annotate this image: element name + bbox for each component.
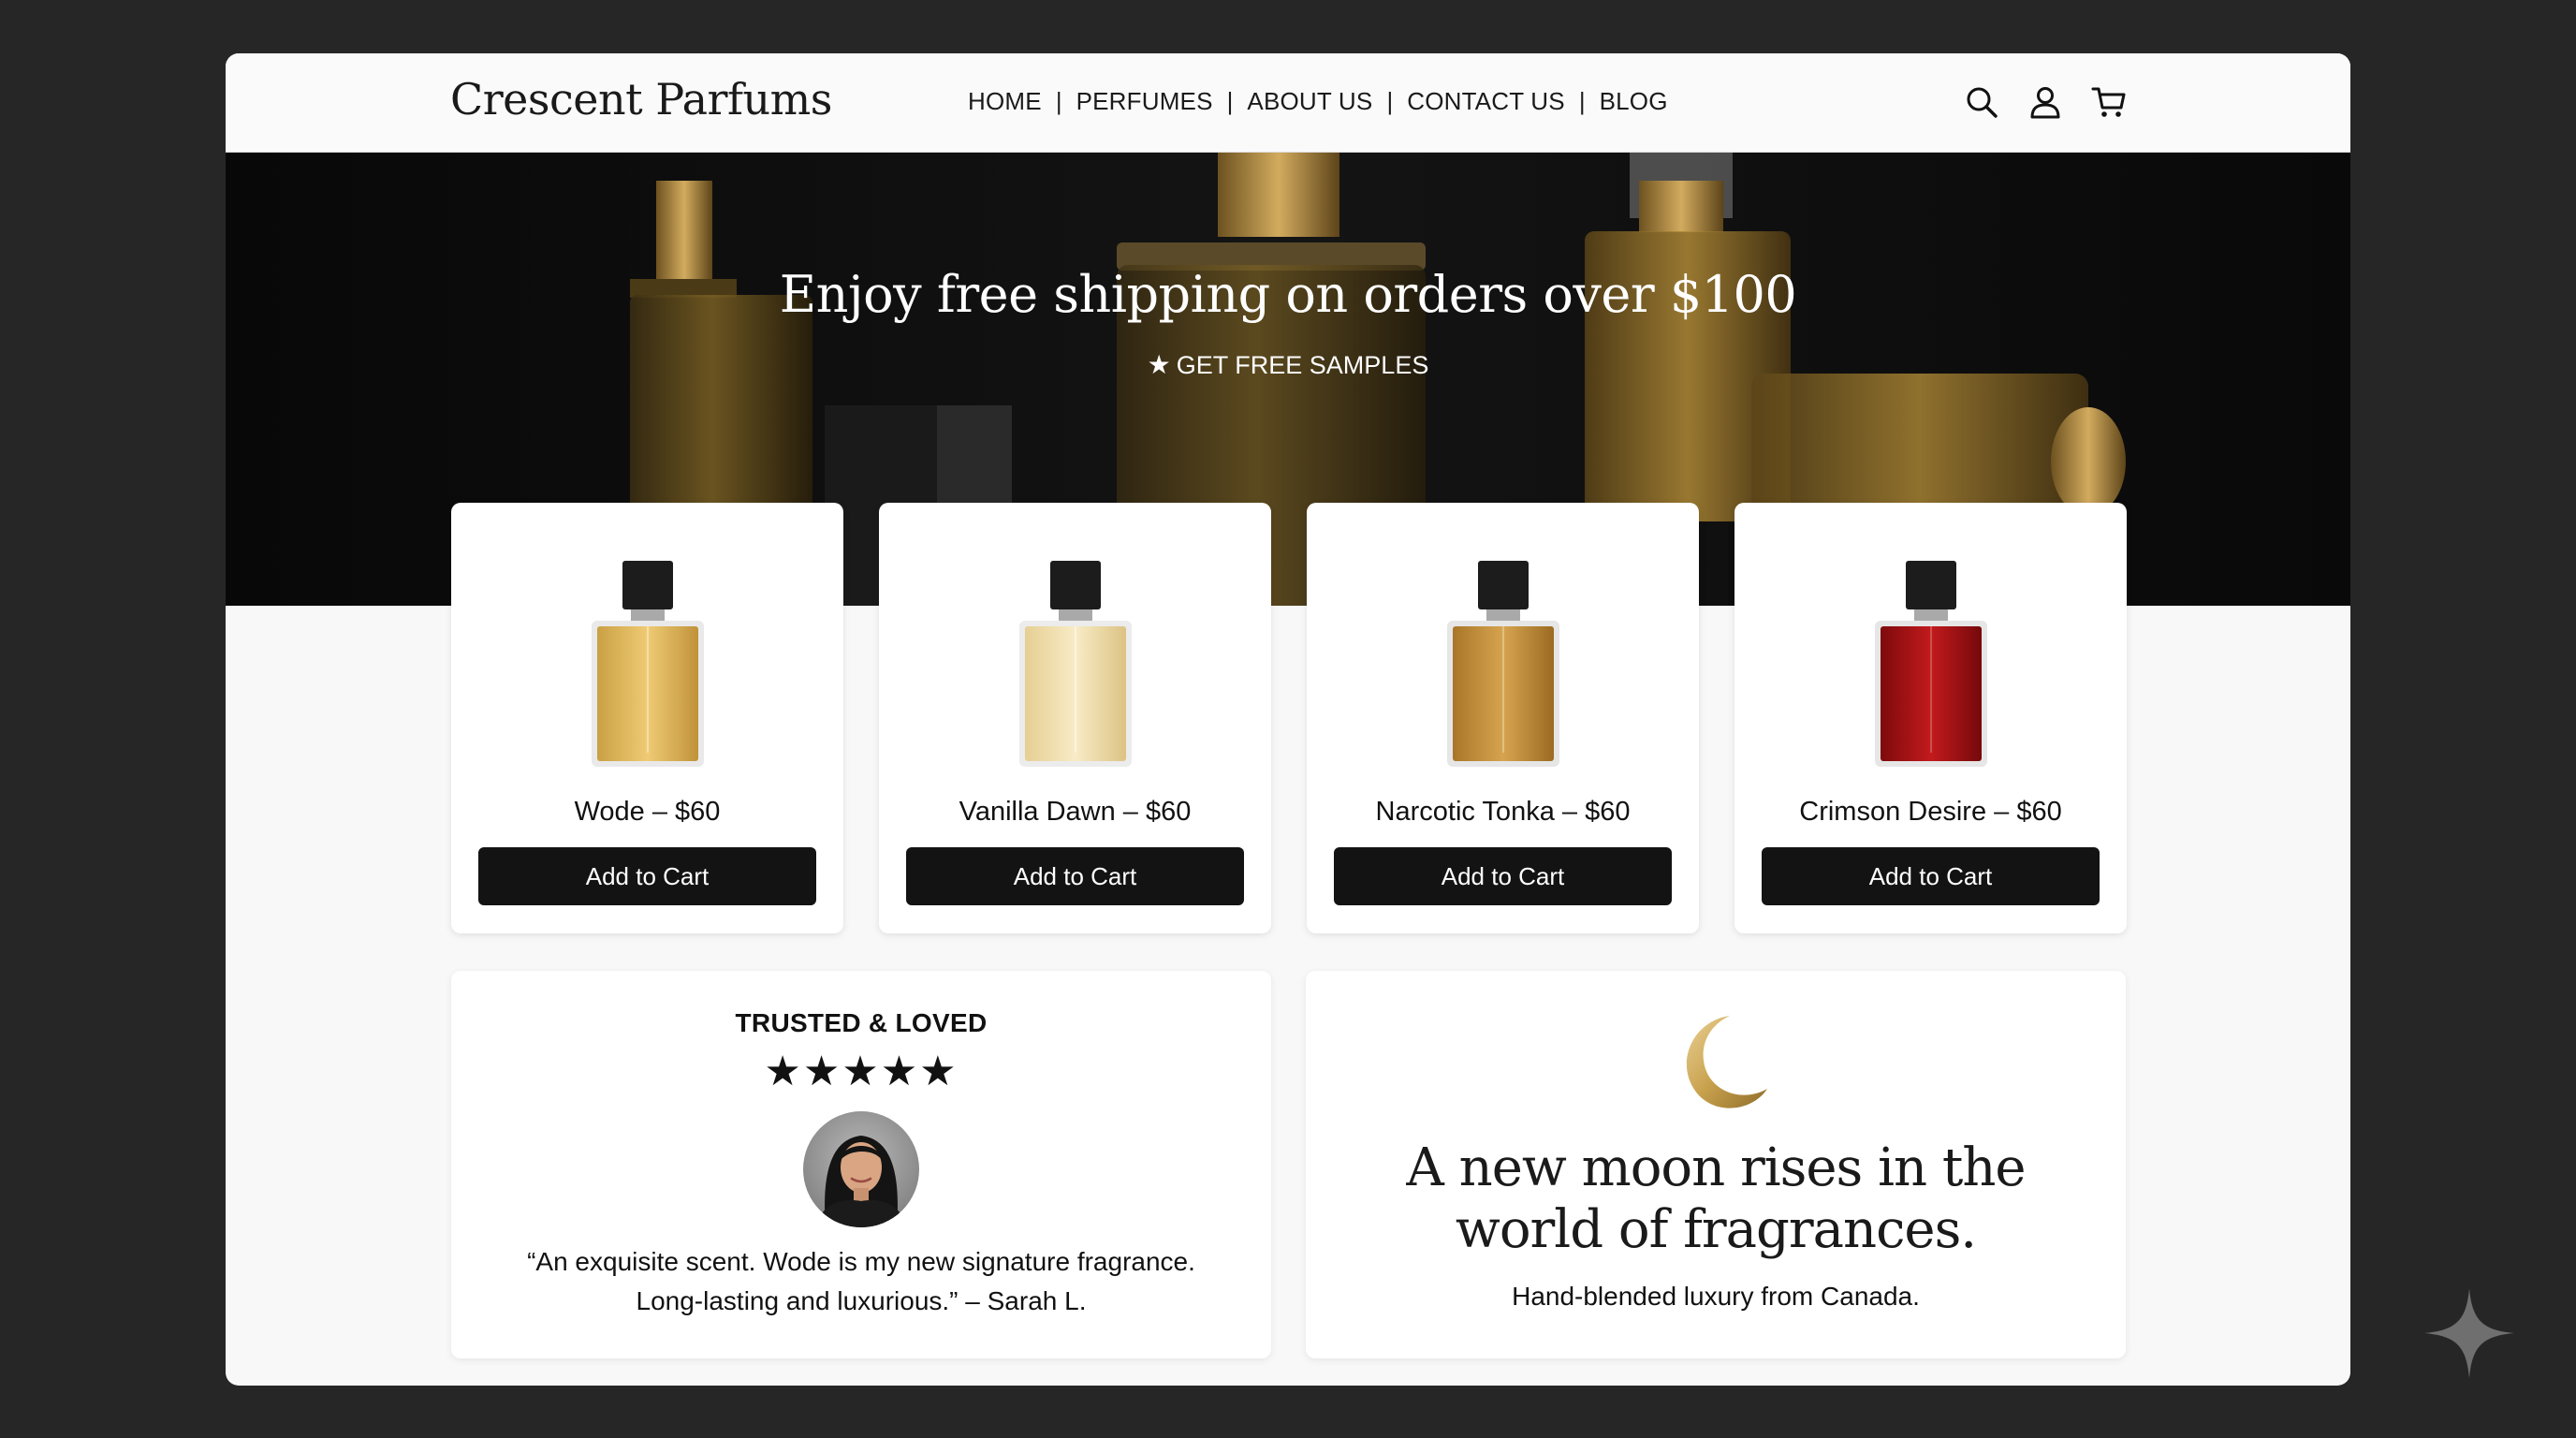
perfume-bottle-image bbox=[1438, 561, 1569, 769]
product-card[interactable]: Wode – $60 Add to Cart bbox=[451, 503, 843, 933]
testimonial-quote: “An exquisite scent. Wode is my new sign… bbox=[527, 1247, 1195, 1315]
product-name: Vanilla Dawn – $60 bbox=[959, 797, 1192, 827]
nav-separator: | bbox=[1226, 87, 1234, 115]
browser-window: Crescent Parfums HOME | PERFUMES | ABOUT… bbox=[226, 53, 2350, 1386]
free-samples-link[interactable]: ★ GET FREE SAMPLES bbox=[226, 349, 2350, 380]
brand-tagline: A new moon rises in the world of fragran… bbox=[1306, 1137, 2126, 1261]
nav-home[interactable]: HOME bbox=[968, 87, 1042, 116]
cart-icon[interactable] bbox=[2090, 83, 2128, 121]
avatar bbox=[803, 1111, 919, 1227]
tagline-line-1: A new moon rises in the bbox=[1406, 1137, 2026, 1198]
nav-contact-us[interactable]: CONTACT US bbox=[1407, 87, 1565, 116]
product-grid: Wode – $60 Add to Cart Vanilla Dawn – $6… bbox=[451, 503, 2127, 933]
nav-separator: | bbox=[1386, 87, 1394, 115]
star-icon: ★ bbox=[1147, 350, 1171, 379]
product-card[interactable]: Narcotic Tonka – $60 Add to Cart bbox=[1307, 503, 1699, 933]
rating-stars: ★★★★★ bbox=[764, 1049, 959, 1094]
product-card[interactable]: Crimson Desire – $60 Add to Cart bbox=[1734, 503, 2127, 933]
site-header: Crescent Parfums HOME | PERFUMES | ABOUT… bbox=[226, 53, 2350, 153]
perfume-bottle-image bbox=[1866, 561, 1997, 769]
add-to-cart-button[interactable]: Add to Cart bbox=[478, 847, 816, 905]
nav-blog[interactable]: BLOG bbox=[1600, 87, 1668, 116]
sparkle-icon bbox=[2422, 1286, 2516, 1380]
brand-story-panel: A new moon rises in the world of fragran… bbox=[1306, 971, 2126, 1358]
user-icon[interactable] bbox=[2027, 83, 2064, 121]
add-to-cart-button[interactable]: Add to Cart bbox=[1334, 847, 1672, 905]
product-name: Narcotic Tonka – $60 bbox=[1375, 797, 1631, 827]
perfume-bottle-image bbox=[1010, 561, 1141, 769]
product-name: Crimson Desire – $60 bbox=[1799, 797, 2062, 827]
add-to-cart-button[interactable]: Add to Cart bbox=[1762, 847, 2100, 905]
brand-logo[interactable]: Crescent Parfums bbox=[450, 74, 832, 125]
perfume-bottle-image bbox=[582, 561, 713, 769]
nav-separator: | bbox=[1578, 87, 1586, 115]
hero-title: Enjoy free shipping on orders over $100 bbox=[779, 265, 1797, 324]
product-card[interactable]: Vanilla Dawn – $60 Add to Cart bbox=[879, 503, 1271, 933]
search-icon[interactable] bbox=[1963, 83, 2000, 121]
testimonial-heading: TRUSTED & LOVED bbox=[735, 1008, 988, 1037]
nav-separator: | bbox=[1055, 87, 1062, 115]
nav-about-us[interactable]: ABOUT US bbox=[1247, 87, 1372, 116]
product-name: Wode – $60 bbox=[574, 797, 721, 827]
free-samples-label: GET FREE SAMPLES bbox=[1176, 351, 1429, 379]
testimonial-panel: TRUSTED & LOVED ★★★★★ “An exquisite scen… bbox=[451, 971, 1271, 1358]
tagline-line-2: world of fragrances. bbox=[1455, 1199, 1977, 1260]
header-actions bbox=[1963, 83, 2128, 121]
brand-subtext: Hand-blended luxury from Canada. bbox=[1512, 1282, 1920, 1311]
crescent-moon-icon bbox=[1672, 1012, 1769, 1113]
nav-perfumes[interactable]: PERFUMES bbox=[1076, 87, 1213, 116]
main-nav: HOME | PERFUMES | ABOUT US | CONTACT US … bbox=[968, 87, 1668, 116]
add-to-cart-button[interactable]: Add to Cart bbox=[906, 847, 1244, 905]
